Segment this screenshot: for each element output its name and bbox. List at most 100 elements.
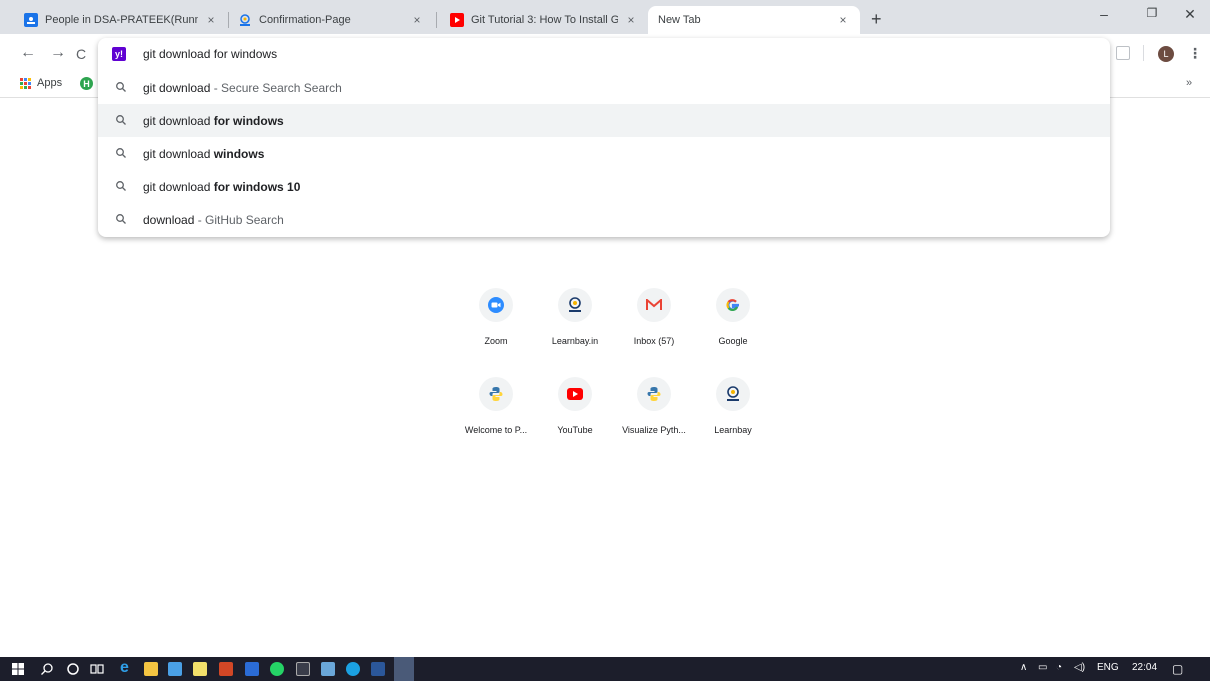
- suggestion-bold-text: for windows 10: [213, 180, 301, 194]
- terminal-icon[interactable]: [296, 662, 310, 676]
- python-icon: [479, 377, 513, 411]
- app-icon[interactable]: [245, 662, 259, 676]
- edge-icon[interactable]: e: [120, 659, 134, 676]
- gmail-icon: [637, 288, 671, 322]
- file-explorer-icon[interactable]: [144, 662, 158, 676]
- app-icon[interactable]: [346, 662, 360, 676]
- suggestion-item[interactable]: git download for windows 10: [98, 170, 1110, 203]
- tab-title: Confirmation-Page: [259, 14, 351, 26]
- shortcut-label: Learnbay: [714, 425, 752, 435]
- suggestion-item[interactable]: git download - Secure Search Search: [98, 71, 1110, 104]
- omnibox-input[interactable]: y! git download for windows: [98, 38, 1110, 71]
- notifications-icon[interactable]: ▢: [1172, 662, 1183, 676]
- tab-title: People in DSA-PRATEEK(Running: [45, 14, 198, 26]
- back-button[interactable]: ←: [20, 44, 36, 62]
- shortcut-label: YouTube: [557, 425, 593, 435]
- omnibox-text[interactable]: git download for windows: [143, 47, 277, 61]
- shortcut-zoom[interactable]: Zoom: [456, 288, 536, 346]
- word-icon[interactable]: [371, 662, 385, 676]
- profile-avatar[interactable]: L: [1158, 46, 1174, 62]
- suggestion-item[interactable]: git download windows: [98, 137, 1110, 170]
- suggestion-source: - Secure Search Search: [210, 81, 342, 95]
- whatsapp-icon[interactable]: [270, 662, 284, 676]
- apps-grid-icon: [20, 77, 31, 89]
- suggestion-item[interactable]: download - GitHub Search: [98, 203, 1110, 236]
- suggestion-text: git download: [143, 114, 214, 128]
- search-icon: [116, 82, 126, 92]
- yahoo-icon: y!: [112, 47, 126, 61]
- search-icon: [116, 214, 126, 224]
- tab-git-tutorial[interactable]: Git Tutorial 3: How To Install Git - ×: [440, 6, 648, 34]
- bookmarks-more-icon[interactable]: »: [1186, 77, 1192, 89]
- bookmark-h-icon[interactable]: H: [80, 77, 93, 90]
- shortcut-label: Welcome to P...: [464, 425, 528, 435]
- shortcut-label: Zoom: [484, 336, 508, 346]
- app-icon[interactable]: [168, 662, 182, 676]
- chrome-taskbar-icon[interactable]: [394, 657, 414, 681]
- reload-button[interactable]: C: [76, 46, 86, 62]
- learnbay-icon: [716, 377, 750, 411]
- shortcut-learnbay-in[interactable]: Learnbay.in: [535, 288, 615, 346]
- suggestion-text: git download: [143, 147, 214, 161]
- search-icon: [116, 181, 126, 191]
- learnbay-icon: [558, 288, 592, 322]
- tab-close-icon[interactable]: ×: [624, 13, 638, 27]
- menu-icon[interactable]: ⋮: [1188, 45, 1202, 62]
- suggestion-text: download: [143, 213, 195, 227]
- python-icon: [637, 377, 671, 411]
- learnbay-icon: [238, 13, 252, 27]
- search-icon[interactable]: [40, 662, 54, 676]
- notes-icon[interactable]: [193, 662, 207, 676]
- suggestion-bold-text: windows: [213, 147, 265, 161]
- shortcut-visualize-python[interactable]: Visualize Pyth...: [614, 377, 694, 435]
- clock[interactable]: 22:04: [1132, 662, 1157, 673]
- shortcut-label: Learnbay.in: [551, 336, 599, 346]
- shortcut-inbox[interactable]: Inbox (57): [614, 288, 694, 346]
- new-tab-button[interactable]: +: [871, 9, 882, 30]
- maximize-button[interactable]: ❐: [1132, 6, 1172, 20]
- tab-divider: [436, 12, 437, 28]
- tab-close-icon[interactable]: ×: [410, 13, 424, 27]
- forward-button[interactable]: →: [50, 44, 66, 62]
- zoom-icon: [479, 288, 513, 322]
- extension-icon[interactable]: [1116, 46, 1130, 60]
- shortcut-label: Inbox (57): [633, 336, 675, 346]
- shortcut-youtube[interactable]: YouTube: [535, 377, 615, 435]
- tray-overflow-icon[interactable]: ∧: [1020, 662, 1027, 673]
- suggestion-item-selected[interactable]: git download for windows: [98, 104, 1110, 137]
- apps-label: Apps: [37, 77, 63, 89]
- youtube-icon: [558, 377, 592, 411]
- shortcut-label: Google: [718, 336, 748, 346]
- powerpoint-icon[interactable]: [219, 662, 233, 676]
- search-icon: [116, 148, 126, 158]
- windows-start-icon[interactable]: [12, 663, 24, 675]
- classroom-icon: [24, 13, 38, 27]
- tab-new-tab[interactable]: New Tab ×: [648, 6, 860, 34]
- suggestion-text: git download: [143, 81, 211, 95]
- shortcut-learnbay[interactable]: Learnbay: [693, 377, 773, 435]
- language-indicator[interactable]: ENG: [1097, 662, 1119, 673]
- cortana-icon[interactable]: [66, 662, 80, 676]
- wifi-icon[interactable]: ◔: [1056, 662, 1062, 673]
- shortcut-label: Visualize Pyth...: [622, 425, 686, 435]
- battery-icon[interactable]: ▭: [1038, 662, 1047, 673]
- shortcut-google[interactable]: Google: [693, 288, 773, 346]
- close-window-button[interactable]: ✕: [1170, 6, 1210, 23]
- tab-title: Git Tutorial 3: How To Install Git -: [471, 14, 618, 26]
- youtube-icon: [450, 13, 464, 27]
- task-view-icon[interactable]: [90, 662, 104, 676]
- shortcut-welcome[interactable]: Welcome to P...: [456, 377, 536, 435]
- toolbar-divider: [1143, 45, 1144, 61]
- volume-icon[interactable]: ◁): [1074, 662, 1085, 673]
- apps-bookmark[interactable]: Apps: [20, 77, 62, 89]
- tab-close-icon[interactable]: ×: [204, 13, 218, 27]
- minimize-button[interactable]: –: [1084, 6, 1124, 22]
- suggestion-source: - GitHub Search: [194, 213, 284, 227]
- tab-title: New Tab: [658, 14, 701, 26]
- omnibox-dropdown: y! git download for windows git download…: [98, 38, 1110, 237]
- google-icon: [716, 288, 750, 322]
- paint-icon[interactable]: [321, 662, 335, 676]
- tab-classroom[interactable]: People in DSA-PRATEEK(Running ×: [14, 6, 228, 34]
- tab-close-icon[interactable]: ×: [836, 13, 850, 27]
- tab-confirmation[interactable]: Confirmation-Page ×: [228, 6, 434, 34]
